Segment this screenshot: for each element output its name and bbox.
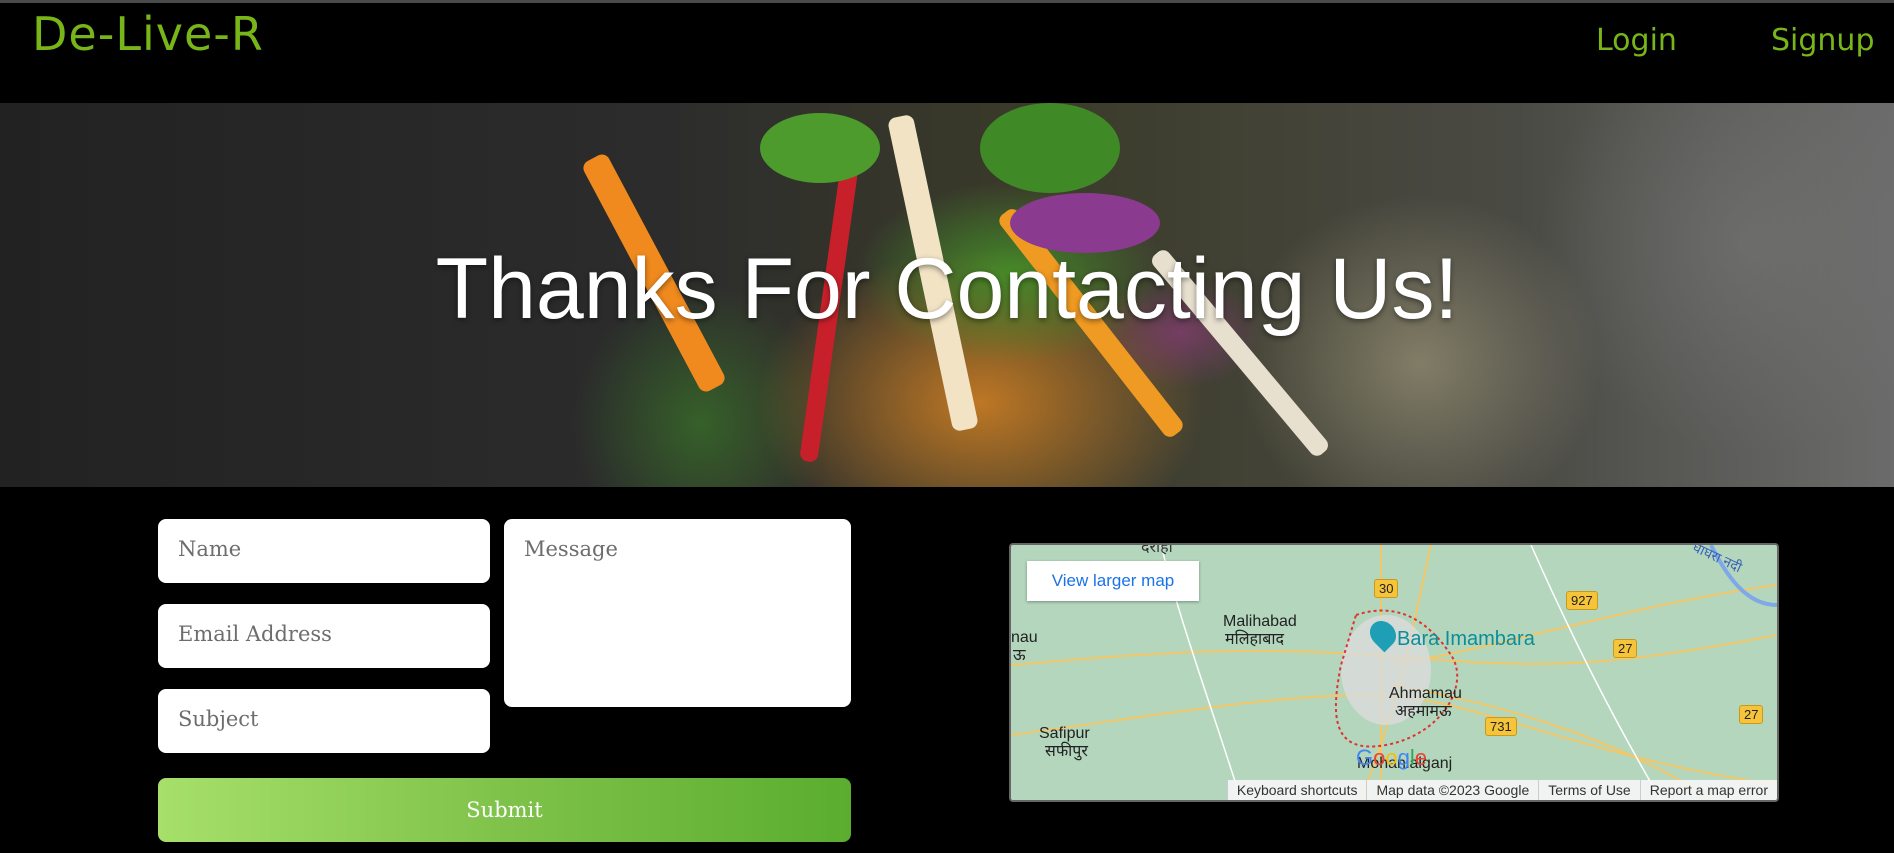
map-label: Malihabad [1223, 613, 1297, 630]
map-data-text: Map data ©2023 Google [1366, 780, 1538, 800]
google-logo: Google [1356, 745, 1428, 770]
map-label: अहमामऊ [1395, 703, 1452, 720]
highway-shield: 27 [1613, 639, 1638, 658]
terms-link[interactable]: Terms of Use [1538, 780, 1639, 800]
hero-decoration [760, 113, 880, 183]
map-label: मलिहाबाद [1225, 631, 1284, 648]
map-label: सफीपुर [1045, 743, 1088, 760]
map-label: Ahmamau [1389, 685, 1462, 702]
message-textarea[interactable]: Message [504, 519, 851, 707]
map-label: nau [1011, 629, 1038, 646]
name-input[interactable]: Name [158, 519, 490, 583]
view-larger-map-button[interactable]: View larger map [1027, 561, 1199, 601]
map-label: Bara Imambara [1397, 628, 1535, 650]
brand-logo[interactable]: De-Live-R [32, 7, 264, 61]
map-label: दराही [1141, 543, 1173, 556]
embedded-map[interactable]: View larger map दराही Malihabad मलिहाबाद… [1009, 543, 1779, 802]
hero-title: Thanks For Contacting Us! [435, 241, 1459, 337]
subject-input[interactable]: Subject [158, 689, 490, 753]
highway-shield: 27 [1739, 705, 1764, 724]
highway-shield: 30 [1374, 579, 1399, 598]
map-footer: Keyboard shortcuts Map data ©2023 Google… [1226, 780, 1777, 800]
keyboard-shortcuts-link[interactable]: Keyboard shortcuts [1226, 780, 1367, 800]
email-input[interactable]: Email Address [158, 604, 490, 668]
hero-banner: Thanks For Contacting Us! [0, 103, 1894, 487]
highway-shield: 927 [1566, 591, 1598, 610]
top-navbar: De-Live-R Login Signup [0, 3, 1894, 103]
signup-link[interactable]: Signup [1771, 23, 1875, 58]
submit-button[interactable]: Submit [158, 778, 851, 842]
highway-shield: 731 [1485, 717, 1517, 736]
report-map-error-link[interactable]: Report a map error [1639, 780, 1777, 800]
map-label: Safipur [1039, 725, 1090, 742]
map-label: ऊ [1013, 647, 1026, 664]
hero-decoration [980, 103, 1120, 193]
login-link[interactable]: Login [1596, 23, 1677, 58]
